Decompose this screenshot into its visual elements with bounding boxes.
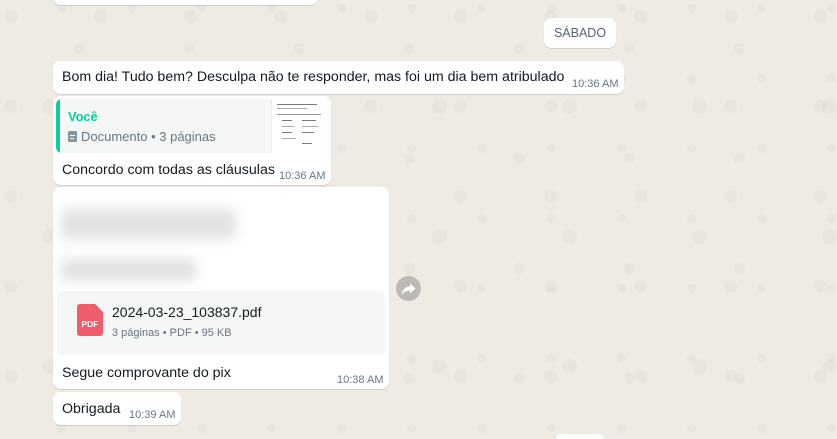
quote-document-info: Documento • 3 páginas	[68, 129, 216, 144]
message-text: Obrigada	[62, 401, 121, 417]
message-time: 10:39 AM	[129, 409, 176, 421]
message-time: 10:38 AM	[337, 374, 384, 386]
message-time: 10:36 AM	[279, 170, 326, 182]
document-thumbnail	[271, 99, 328, 153]
document-icon	[68, 131, 77, 142]
message-bubble[interactable]: Bom dia! Tudo bem? Desculpa não te respo…	[53, 61, 624, 94]
pdf-attachment[interactable]: PDF 2024-03-23_103837.pdf 3 páginas • PD…	[57, 291, 385, 355]
forward-button[interactable]	[396, 276, 421, 301]
message-bubble[interactable]: PDF 2024-03-23_103837.pdf 3 páginas • PD…	[53, 187, 389, 389]
pdf-icon: PDF	[77, 304, 103, 336]
message-text: Segue comprovante do pix	[62, 365, 231, 381]
quoted-message[interactable]: Você Documento • 3 páginas	[56, 99, 328, 153]
previous-message-bubble	[53, 0, 318, 5]
message-text: Concordo com todas as cláusulas	[62, 162, 275, 178]
date-separator: SÁBADO	[544, 18, 616, 48]
blurred-content	[61, 259, 196, 281]
file-meta: 3 páginas • PDF • 95 KB	[112, 327, 232, 339]
message-time: 10:36 AM	[572, 78, 619, 90]
message-bubble[interactable]: Você Documento • 3 páginas Concordo com …	[53, 96, 331, 185]
message-text: Bom dia! Tudo bem? Desculpa não te respo…	[62, 69, 565, 85]
quote-author: Você	[68, 109, 98, 124]
file-name: 2024-03-23_103837.pdf	[112, 304, 262, 320]
quote-document-label: Documento • 3 páginas	[81, 129, 216, 144]
quote-accent-bar	[56, 99, 60, 153]
forward-icon	[401, 283, 416, 295]
next-message-bubble	[556, 434, 604, 439]
blurred-content	[61, 209, 236, 239]
message-bubble[interactable]: Obrigada 10:39 AM	[53, 392, 181, 425]
